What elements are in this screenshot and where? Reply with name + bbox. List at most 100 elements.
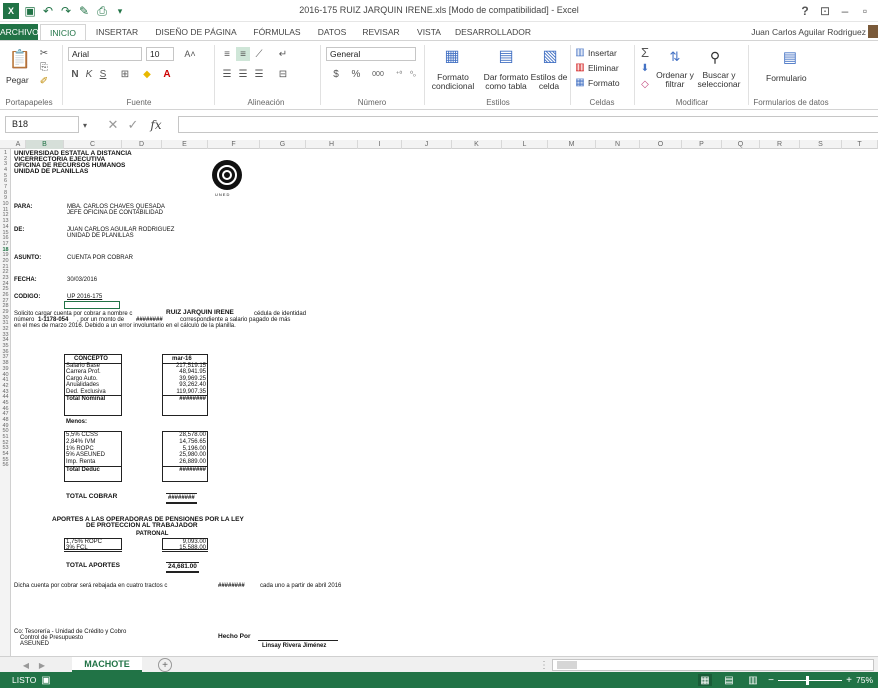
sort-filter-icon[interactable]: ⇅ [664,47,686,67]
paste-button[interactable]: Pegar [6,75,29,85]
column-header[interactable]: R [760,140,800,149]
grow-font-icon[interactable]: A˄ [180,47,200,61]
align-middle-icon[interactable]: ≡ [236,47,250,61]
column-header[interactable]: E [162,140,208,149]
borders-icon[interactable]: ⊞ [118,67,132,81]
column-header[interactable]: H [306,140,358,149]
find-select-button[interactable]: Buscar y seleccionar [694,71,744,89]
paste-icon[interactable]: 📋 [8,47,32,71]
name-box[interactable]: B18 [5,116,79,133]
thousands-icon[interactable]: 000 [368,67,388,81]
horizontal-scrollbar[interactable] [552,659,874,671]
user-name[interactable]: Juan Carlos Aguilar Rodriguez [751,24,866,40]
wrap-text-icon[interactable]: ↵ [276,47,290,61]
format-cells-button[interactable]: Formato [588,78,620,88]
column-header[interactable]: B [26,140,64,149]
column-header[interactable]: T [842,140,878,149]
merge-center-icon[interactable]: ⊟ [276,67,290,81]
split-handle-icon[interactable]: ⋮ [539,659,549,671]
tab-inicio[interactable]: INICIO [40,24,86,40]
ribbon-display-icon[interactable]: ⊡ [816,2,834,20]
underline-button[interactable]: S [98,67,108,81]
tab-archivo[interactable]: ARCHIVO [0,24,39,40]
form-button[interactable]: Formulario [766,73,807,83]
zoom-out-icon[interactable]: − [766,674,776,686]
table-format-icon[interactable]: ▤ [494,45,518,67]
tab-datos[interactable]: DATOS [312,24,352,40]
conditional-format-button[interactable]: Formato condicional [428,73,478,91]
worksheet[interactable]: ABCDEFGHIJKLMNOPQRST 1 2 3 4 5 6 7 8 9 10 11 12 13 14… [0,140,878,656]
fill-color-icon[interactable]: ◆ [140,67,154,81]
form-icon[interactable]: ▤ [778,47,802,67]
insert-function-icon[interactable]: fx [146,116,166,133]
help-button[interactable]: ? [796,2,814,20]
delete-cells-icon[interactable]: ▥ [574,61,586,73]
align-top-icon[interactable]: ≡ [220,47,234,61]
copy-icon[interactable]: ⎘ [38,61,50,73]
namebox-dropdown-icon[interactable]: ▾ [80,118,90,132]
insert-cells-icon[interactable]: ▥ [574,46,586,58]
sort-filter-button[interactable]: Ordenar y filtrar [656,71,694,89]
next-sheet-icon[interactable]: ▶ [36,659,48,671]
tab-desarrollador[interactable]: DESARROLLADOR [452,24,534,40]
insert-cells-button[interactable]: Insertar [588,48,617,58]
column-header[interactable]: D [122,140,162,149]
column-header[interactable]: I [358,140,402,149]
zoom-in-icon[interactable]: + [844,674,854,686]
column-header[interactable]: G [260,140,306,149]
column-header[interactable]: F [208,140,260,149]
tab-diseno[interactable]: DISEÑO DE PÁGINA [148,24,244,40]
decrease-decimal-icon[interactable]: ⁰₀ [406,67,420,81]
tab-revisar[interactable]: REVISAR [356,24,406,40]
align-right-icon[interactable]: ☰ [252,67,266,81]
cancel-icon[interactable]: ✕ [106,116,120,133]
find-select-icon[interactable]: ⚲ [704,47,726,67]
column-header[interactable]: K [452,140,502,149]
font-size-select[interactable]: 10 [146,47,174,61]
column-header[interactable]: A [11,140,26,149]
delete-cells-button[interactable]: Eliminar [588,63,619,73]
active-cell[interactable] [64,301,120,309]
align-center-icon[interactable]: ☰ [236,67,250,81]
zoom-slider[interactable] [778,676,842,685]
zoom-level[interactable]: 75% [856,675,873,685]
page-layout-view-icon[interactable]: ▤ [722,674,736,686]
cut-icon[interactable]: ✂ [38,47,50,59]
sheet-tab-machote[interactable]: MACHOTE [72,657,142,672]
normal-view-icon[interactable]: ▦ [698,674,712,686]
cell-styles-button[interactable]: Estilos de celda [530,73,568,91]
formula-input[interactable] [178,116,878,133]
format-cells-icon[interactable]: ▦ [574,76,586,88]
column-header[interactable]: Q [722,140,760,149]
italic-button[interactable]: K [84,67,94,81]
column-header[interactable]: O [640,140,682,149]
number-format-select[interactable]: General [326,47,416,61]
table-format-button[interactable]: Dar formato como tabla [480,73,532,91]
column-header[interactable]: C [64,140,122,149]
restore-button[interactable]: ▫ [856,2,874,20]
align-left-icon[interactable]: ☰ [220,67,234,81]
minimize-button[interactable]: – [836,2,854,20]
currency-icon[interactable]: $ [328,67,344,81]
column-header[interactable]: N [596,140,640,149]
macro-record-icon[interactable]: ▣ [40,674,52,686]
column-header[interactable]: P [682,140,722,149]
conditional-format-icon[interactable]: ▦ [440,45,464,67]
fill-icon[interactable]: ⬇ [638,61,652,75]
column-header[interactable]: S [800,140,842,149]
tab-vista[interactable]: VISTA [410,24,448,40]
bold-button[interactable]: N [70,67,80,81]
page-break-view-icon[interactable]: ▥ [746,674,760,686]
enter-icon[interactable]: ✓ [126,116,140,133]
font-name-select[interactable]: Arial [68,47,142,61]
column-header[interactable]: L [502,140,548,149]
percent-icon[interactable]: % [348,67,364,81]
tab-insertar[interactable]: INSERTAR [90,24,144,40]
user-avatar[interactable] [868,25,878,38]
new-sheet-icon[interactable]: + [158,658,172,672]
tab-formulas[interactable]: FÓRMULAS [246,24,308,40]
format-painter-brush-icon[interactable]: ✐ [38,75,50,87]
autosum-icon[interactable]: Σ [638,45,652,60]
column-header[interactable]: M [548,140,596,149]
column-header[interactable]: J [402,140,452,149]
